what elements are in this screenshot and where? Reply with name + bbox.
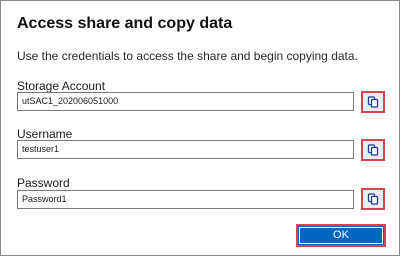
copy-password-button[interactable] bbox=[361, 188, 385, 210]
copy-icon bbox=[367, 144, 379, 156]
copy-username-button[interactable] bbox=[361, 139, 385, 161]
dialog-description: Use the credentials to access the share … bbox=[17, 49, 358, 63]
copy-storage-account-button[interactable] bbox=[361, 91, 385, 113]
password-field[interactable]: Password1 bbox=[17, 190, 354, 209]
username-label: Username bbox=[17, 127, 73, 141]
dialog-title: Access share and copy data bbox=[17, 15, 233, 32]
storage-account-field[interactable]: utSAC1_202006051000 bbox=[17, 92, 354, 111]
access-share-dialog: Access share and copy data Use the crede… bbox=[0, 0, 400, 256]
copy-icon bbox=[367, 193, 379, 205]
storage-account-label: Storage Account bbox=[17, 79, 106, 93]
password-label: Password bbox=[17, 176, 70, 190]
copy-icon bbox=[367, 96, 379, 108]
username-field[interactable]: testuser1 bbox=[17, 140, 354, 159]
ok-button[interactable]: OK bbox=[296, 224, 386, 247]
